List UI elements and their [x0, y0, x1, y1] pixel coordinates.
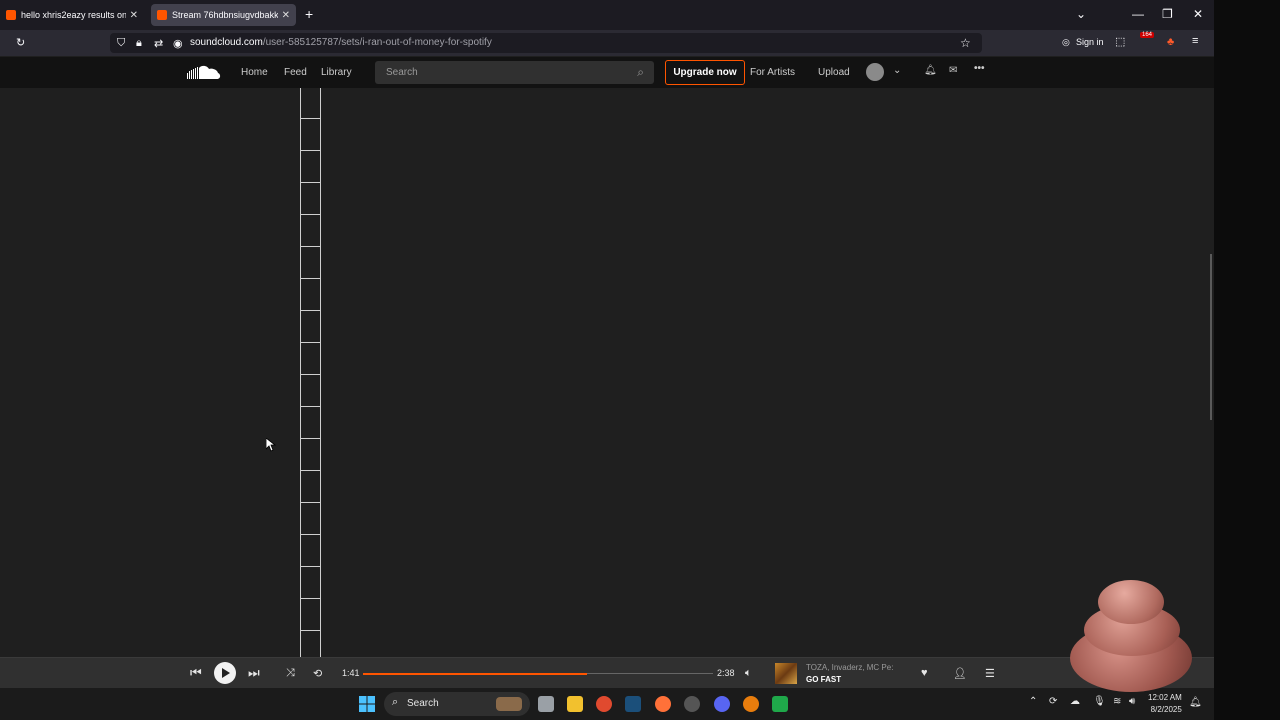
notification-bell-icon[interactable]: 🔔︎ — [1189, 697, 1202, 708]
addon-icon[interactable]: ♣ — [1167, 36, 1174, 48]
tab-search-results[interactable]: hello xhris2eazy results on Sou ✕ — [0, 4, 144, 26]
url-path: /user-585125787/sets/i-ran-out-of-money-… — [262, 37, 492, 48]
upgrade-now-button[interactable]: Upgrade now — [665, 60, 745, 85]
tray-sync-icon[interactable]: ⟳ — [1049, 696, 1057, 707]
soundcloud-header: Home Feed Library Search ⌕ Upgrade now F… — [0, 57, 1214, 88]
account-icon[interactable]: ◎ — [1062, 37, 1070, 48]
duration-time: 2:38 — [717, 668, 735, 678]
firefox-icon[interactable] — [655, 696, 671, 712]
sign-in-label[interactable]: Sign in — [1076, 37, 1104, 47]
search-icon: ⌕ — [392, 696, 399, 708]
tab-close-icon[interactable]: ✕ — [282, 10, 290, 21]
chevron-down-icon[interactable]: ⌄ — [893, 65, 901, 76]
tray-microphone-icon[interactable]: 🎙︎ — [1093, 696, 1106, 707]
volume-icon[interactable]: 🔈︎ — [745, 667, 752, 680]
url-bar[interactable]: ⛉ 🔒︎ ⇄ ◉ soundcloud.com/user-585125787/s… — [110, 33, 982, 53]
browser-navbar: ↻ ⛉ 🔒︎ ⇄ ◉ soundcloud.com/user-585125787… — [0, 30, 1214, 56]
for-artists-link[interactable]: For Artists — [750, 67, 795, 78]
mouse-cursor-icon — [266, 438, 276, 452]
follow-user-icon[interactable]: 👤︎ — [953, 667, 967, 680]
ladder-graphic — [300, 88, 321, 657]
soundcloud-favicon-icon — [157, 10, 167, 20]
track-artist[interactable]: TOZA, Invaderz, MC Pe: — [806, 663, 901, 672]
nav-feed[interactable]: Feed — [284, 67, 307, 78]
windows-taskbar: ⌕ Search ⌃ ⟳ ☁ 🎙︎ ≋ 🔊︎ 12:02 AM 8/2/2025… — [0, 688, 1214, 720]
elapsed-time: 1:41 — [342, 668, 360, 678]
queue-list-icon[interactable]: ☰ — [985, 667, 995, 680]
discord-icon[interactable] — [714, 696, 730, 712]
search-icon[interactable]: ⌕ — [637, 65, 644, 80]
windows-start-icon[interactable] — [359, 696, 375, 712]
page-scrollbar[interactable] — [1210, 254, 1212, 420]
task-view-icon[interactable] — [538, 696, 554, 712]
browser-app-icon[interactable] — [596, 696, 612, 712]
maximize-icon[interactable]: ❐ — [1162, 7, 1173, 21]
3d-swirl-object — [1066, 576, 1196, 694]
soundcloud-logo-icon[interactable] — [187, 65, 221, 80]
play-button[interactable] — [214, 662, 236, 684]
file-explorer-icon[interactable] — [567, 696, 583, 712]
tray-cloud-icon[interactable]: ☁ — [1070, 696, 1080, 707]
search-input[interactable]: Search ⌕ — [375, 61, 654, 84]
taskbar-search[interactable]: ⌕ Search — [384, 692, 530, 716]
player-bar: ⏮ ⏭ ⤨ ⟲ 1:41 2:38 🔈︎ TOZA, Invaderz, MC … — [0, 657, 1214, 688]
upload-link[interactable]: Upload — [818, 67, 850, 78]
track-title[interactable]: GO FAST — [806, 675, 841, 684]
clock-date: 8/2/2025 — [1150, 705, 1182, 714]
nav-home[interactable]: Home — [241, 67, 268, 78]
browser-tabstrip: hello xhris2eazy results on Sou ✕ Stream… — [0, 0, 1214, 30]
url-domain: soundcloud.com — [190, 37, 263, 48]
lock-icon[interactable]: 🔒︎ — [136, 37, 142, 50]
next-track-icon[interactable]: ⏭ — [248, 665, 260, 681]
progress-fill — [363, 672, 587, 675]
like-heart-icon[interactable]: ♥ — [921, 667, 928, 679]
close-window-icon[interactable]: ✕ — [1193, 7, 1203, 21]
site-info-icon[interactable]: ◉ — [173, 37, 183, 50]
soundcloud-favicon-icon — [6, 10, 16, 20]
screen-edge — [1214, 0, 1280, 720]
reload-icon[interactable]: ↻ — [16, 36, 25, 49]
search-placeholder: Search — [386, 67, 418, 78]
repeat-icon[interactable]: ⟲ — [313, 667, 322, 680]
notifications-bell-icon[interactable]: 🔔︎ — [924, 65, 937, 76]
wifi-icon[interactable]: ≋ — [1113, 696, 1121, 707]
shuffle-icon[interactable]: ⤨ — [286, 667, 295, 680]
spreadsheet-app-icon[interactable] — [772, 696, 788, 712]
app-icon[interactable] — [684, 696, 700, 712]
minimize-icon[interactable]: — — [1132, 7, 1144, 21]
bookmark-star-icon[interactable]: ☆ — [960, 36, 971, 50]
nav-library[interactable]: Library — [321, 67, 352, 78]
search-highlight-icon — [496, 697, 522, 711]
new-tab-icon[interactable]: + — [305, 6, 313, 22]
tab-title: hello xhris2eazy results on Sou — [21, 10, 126, 20]
taskbar-clock[interactable]: 12:02 AM 8/2/2025 — [1148, 692, 1182, 716]
tray-chevron-up-icon[interactable]: ⌃ — [1029, 696, 1037, 707]
screen: hello xhris2eazy results on Sou ✕ Stream… — [0, 0, 1214, 720]
avatar[interactable] — [866, 63, 884, 81]
shield-icon[interactable]: ⛉ — [117, 37, 125, 50]
album-art[interactable] — [775, 663, 797, 684]
progress-track[interactable] — [363, 672, 713, 675]
speaker-icon[interactable]: 🔊︎ — [1129, 696, 1135, 707]
tab-list-chevron-icon[interactable]: ⌄ — [1076, 7, 1086, 21]
permissions-icon[interactable]: ⇄ — [154, 37, 163, 50]
extensions-icon[interactable]: ⬚ — [1115, 35, 1125, 48]
menu-hamburger-icon[interactable]: ≡ — [1192, 35, 1198, 47]
tab-close-icon[interactable]: ✕ — [130, 10, 138, 21]
taskbar-search-label: Search — [407, 698, 439, 709]
tab-title: Stream 76hdbnsiugvdbakkuuel — [172, 10, 278, 20]
tab-stream[interactable]: Stream 76hdbnsiugvdbakkuuel ✕ — [151, 4, 296, 26]
previous-track-icon[interactable]: ⏮ — [190, 665, 202, 681]
blender-icon[interactable] — [743, 696, 759, 712]
url-text[interactable]: soundcloud.com/user-585125787/sets/i-ran… — [190, 37, 492, 48]
messages-envelope-icon[interactable]: ✉ — [949, 65, 957, 76]
more-options-icon[interactable]: ••• — [974, 63, 985, 74]
notification-badge: 164 — [1140, 32, 1155, 38]
steam-icon[interactable] — [625, 696, 641, 712]
